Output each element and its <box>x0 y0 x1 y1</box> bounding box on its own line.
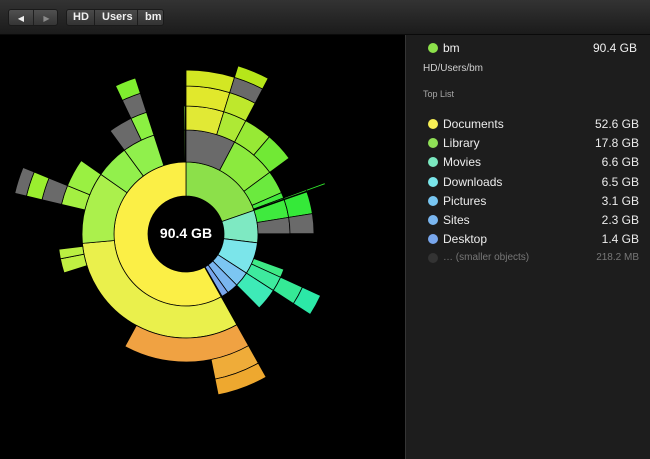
color-dot <box>428 215 438 225</box>
breadcrumb-hd[interactable]: HD <box>73 10 89 25</box>
item-size: 52.6 GB <box>594 117 639 131</box>
back-arrow-icon: ◀ <box>17 14 25 23</box>
item-size: 3.1 GB <box>601 194 639 208</box>
list-item-smaller-objects[interactable]: … (smaller objects) 218.2 MB <box>406 249 650 268</box>
item-size: 17.8 GB <box>594 136 639 150</box>
breadcrumb: HD Users bm <box>66 9 164 26</box>
list-item-downloads[interactable]: Downloads 6.5 GB <box>406 173 650 192</box>
color-dot <box>428 138 438 148</box>
item-label: Documents <box>443 117 504 131</box>
color-dot <box>428 253 438 263</box>
forward-arrow-icon: ▶ <box>43 14 50 23</box>
breadcrumb-separator <box>137 10 138 25</box>
item-label: Sites <box>443 213 470 227</box>
color-dot <box>428 177 438 187</box>
item-label: Downloads <box>443 175 503 189</box>
list-item-desktop[interactable]: Desktop 1.4 GB <box>406 230 650 249</box>
toolbar: ◀ ▶ HD Users bm <box>0 0 650 35</box>
sunburst-segment[interactable] <box>288 213 315 235</box>
item-size: 6.6 GB <box>601 155 639 169</box>
list-item-documents[interactable]: Documents 52.6 GB <box>406 115 650 134</box>
forward-button[interactable]: ▶ <box>34 10 57 25</box>
navigation-buttons: ◀ ▶ <box>8 9 58 26</box>
sunburst-map: 90.4 GB <box>0 35 405 459</box>
center-total-label[interactable]: 90.4 GB <box>150 218 222 248</box>
item-label: Pictures <box>443 194 487 208</box>
folder-name: bm <box>443 41 460 55</box>
list-item-movies[interactable]: Movies 6.6 GB <box>406 153 650 172</box>
list-item-sites[interactable]: Sites 2.3 GB <box>406 211 650 230</box>
item-size: 6.5 GB <box>601 175 639 189</box>
sunburst-segment[interactable] <box>305 182 326 192</box>
details-panel: bm 90.4 GB HD/Users/bm Top List Document… <box>405 35 650 459</box>
item-size: 1.4 GB <box>601 232 639 246</box>
item-size: 218.2 MB <box>596 252 639 263</box>
item-label: … (smaller objects) <box>443 252 530 263</box>
folder-size: 90.4 GB <box>592 41 637 55</box>
item-label: Desktop <box>443 232 488 246</box>
color-dot <box>428 157 438 167</box>
top-list-heading: Top List <box>423 89 455 99</box>
color-dot <box>428 234 438 244</box>
item-label: Library <box>443 136 480 150</box>
list-item-pictures[interactable]: Pictures 3.1 GB <box>406 192 650 211</box>
color-dot <box>428 119 438 129</box>
sunburst-segment[interactable] <box>283 191 313 218</box>
breadcrumb-separator <box>94 10 95 25</box>
color-dot <box>428 196 438 206</box>
item-label: Movies <box>443 155 482 169</box>
breadcrumb-bm[interactable]: bm <box>145 10 162 25</box>
breadcrumb-users[interactable]: Users <box>102 10 133 25</box>
back-button[interactable]: ◀ <box>9 10 34 25</box>
list-item-library[interactable]: Library 17.8 GB <box>406 134 650 153</box>
item-size: 2.3 GB <box>601 213 639 227</box>
folder-color-dot <box>428 43 438 53</box>
folder-path: HD/Users/bm <box>423 63 484 74</box>
